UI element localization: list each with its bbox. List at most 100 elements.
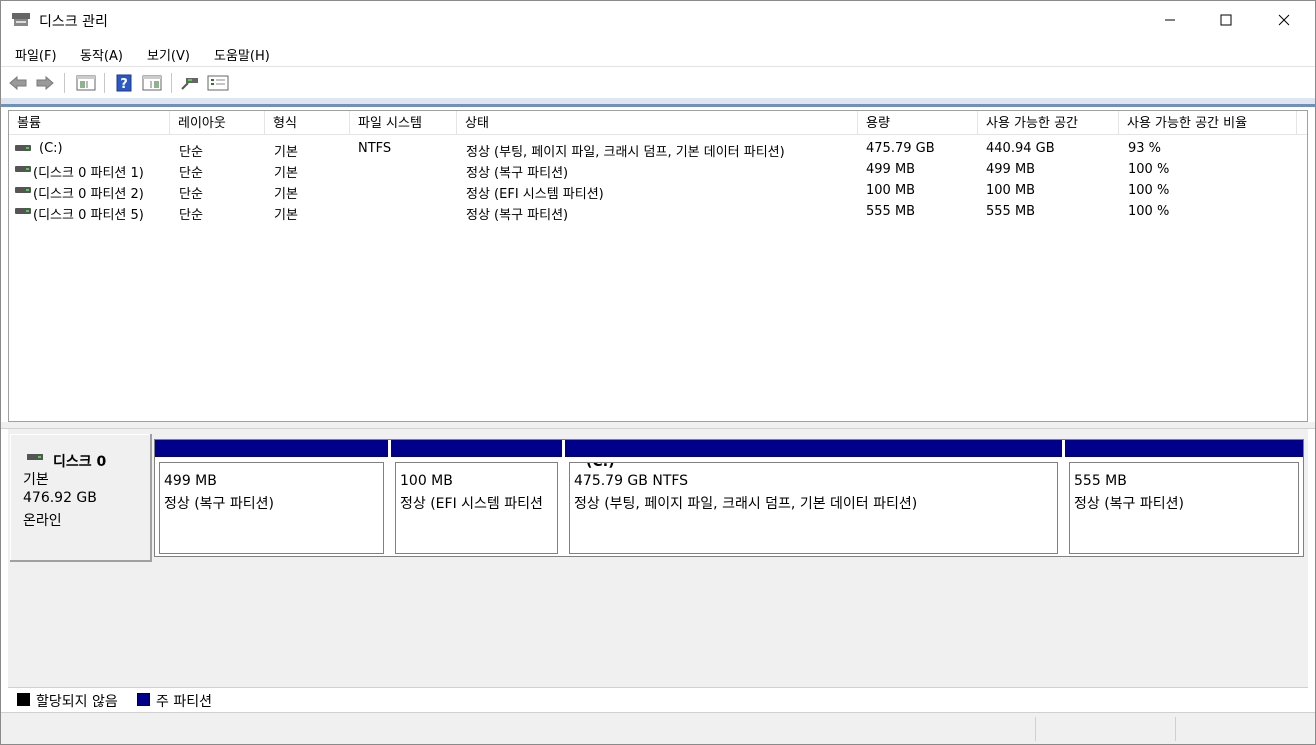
column-capacity[interactable]: 용량 <box>858 111 978 135</box>
maximize-button[interactable] <box>1203 1 1249 39</box>
volume-free: 555 MB <box>986 204 1036 219</box>
forward-button[interactable] <box>34 73 56 93</box>
legend-primary: 주 파티션 <box>156 694 212 710</box>
volume-name: (디스크 0 파티션 5) <box>33 208 144 223</box>
connect-icon <box>181 78 198 90</box>
volume-status: 정상 (복구 파티션) <box>466 166 569 181</box>
maximize-icon <box>1220 14 1232 26</box>
column-type[interactable]: 형식 <box>265 111 350 135</box>
partition-size: 100 MB <box>400 473 453 489</box>
partition-status: 정상 (복구 파티션) <box>1074 496 1184 512</box>
partition-bar: 499 MB 정상 (복구 파티션) 100 MB 정상 (EFI 시스템 파티… <box>154 439 1304 557</box>
partition-size: 475.79 GB NTFS <box>574 473 689 489</box>
column-free-space[interactable]: 사용 가능한 공간 <box>978 111 1119 135</box>
minimize-button[interactable] <box>1147 1 1193 39</box>
volume-free-pct: 93 % <box>1128 141 1162 156</box>
volume-name: (C:) <box>39 141 63 156</box>
table-row[interactable]: (디스크 0 파티션 5) 단순 기본 정상 (복구 파티션) 555 MB 5… <box>9 201 1307 223</box>
menu-action[interactable]: 동작(A) <box>80 45 123 64</box>
column-status[interactable]: 상태 <box>457 111 858 135</box>
partition-size: 555 MB <box>1074 473 1127 489</box>
volume-type: 기본 <box>274 145 298 160</box>
volume-list[interactable]: 볼륨 레이아웃 형식 파일 시스템 상태 용량 사용 가능한 공간 사용 가능한… <box>8 110 1308 422</box>
partition-label: (C:) <box>586 462 615 470</box>
properties-icon <box>207 75 229 91</box>
legend-swatch-unallocated <box>17 693 30 706</box>
drive-icon <box>15 145 31 151</box>
console-tree-button[interactable] <box>75 73 97 93</box>
table-row[interactable]: (C:) 단순 기본 NTFS 정상 (부팅, 페이지 파일, 크래시 덤프, … <box>9 138 1307 160</box>
volume-name: (디스크 0 파티션 2) <box>33 187 144 202</box>
table-row[interactable]: (디스크 0 파티션 1) 단순 기본 정상 (복구 파티션) 499 MB 4… <box>9 159 1307 181</box>
disk-name: 디스크 0 <box>53 454 107 470</box>
minimize-icon <box>1165 19 1175 21</box>
toolbar-separator <box>64 73 65 93</box>
volume-free-pct: 100 % <box>1128 204 1170 219</box>
close-button[interactable] <box>1261 1 1307 39</box>
help-button[interactable]: ? <box>113 73 135 93</box>
volume-type: 기본 <box>274 187 298 202</box>
title-bar[interactable]: 디스크 관리 <box>1 1 1315 39</box>
volume-name: (디스크 0 파티션 1) <box>33 166 144 181</box>
volume-status: 정상 (부팅, 페이지 파일, 크래시 덤프, 기본 데이터 파티션) <box>466 145 785 160</box>
properties-button[interactable] <box>207 73 229 93</box>
svg-text:?: ? <box>120 77 128 92</box>
disk-type: 기본 <box>23 472 49 488</box>
volume-free: 499 MB <box>986 162 1036 177</box>
menu-file[interactable]: 파일(F) <box>15 45 57 64</box>
volume-free: 100 MB <box>986 183 1036 198</box>
menu-bar: 파일(F) 동작(A) 보기(V) 도움말(H) <box>1 39 1315 67</box>
menu-help[interactable]: 도움말(H) <box>214 45 270 64</box>
disk-management-window: 디스크 관리 파일(F) 동작(A) 보기(V) 도움말(H) ? 볼륨 레이아… <box>0 0 1316 745</box>
volume-free: 440.94 GB <box>986 141 1055 156</box>
volume-layout: 단순 <box>179 145 203 160</box>
back-arrow-icon <box>9 75 27 91</box>
drive-icon <box>15 187 31 193</box>
toolbar-separator <box>104 73 105 93</box>
partition-block[interactable]: 100 MB 정상 (EFI 시스템 파티션 <box>391 440 562 556</box>
partition-size: 499 MB <box>164 473 217 489</box>
status-bar <box>1 712 1315 744</box>
volume-capacity: 475.79 GB <box>866 141 935 156</box>
toolbar-separator <box>171 73 172 93</box>
volume-status: 정상 (복구 파티션) <box>466 208 569 223</box>
action-pane-button[interactable] <box>141 73 163 93</box>
drive-icon <box>15 166 31 172</box>
volume-type: 기본 <box>274 166 298 181</box>
table-row[interactable]: (디스크 0 파티션 2) 단순 기본 정상 (EFI 시스템 파티션) 100… <box>9 180 1307 202</box>
column-free-percent[interactable]: 사용 가능한 공간 비율 <box>1119 111 1297 135</box>
volume-layout: 단순 <box>179 187 203 202</box>
back-button[interactable] <box>7 73 29 93</box>
disk-graphical-view: 디스크 0 기본 476.92 GB 온라인 499 MB 정상 (복구 파티션… <box>8 429 1308 687</box>
disk-size: 476.92 GB <box>23 490 97 506</box>
column-volume[interactable]: 볼륨 <box>9 111 170 135</box>
list-header: 볼륨 레이아웃 형식 파일 시스템 상태 용량 사용 가능한 공간 사용 가능한… <box>9 111 1307 135</box>
legend: 할당되지 않음 주 파티션 <box>8 687 1308 711</box>
partition-status: 정상 (복구 파티션) <box>164 496 274 512</box>
pane-divider <box>1 98 1315 107</box>
console-tree-icon <box>76 75 96 91</box>
help-icon: ? <box>116 74 132 92</box>
volume-capacity: 499 MB <box>866 162 916 177</box>
disk-state: 온라인 <box>23 513 62 529</box>
volume-fs: NTFS <box>358 141 392 156</box>
volume-capacity: 555 MB <box>866 204 916 219</box>
drive-icon <box>27 454 43 460</box>
partition-block[interactable]: 555 MB 정상 (복구 파티션) <box>1065 440 1303 556</box>
forward-arrow-icon <box>36 75 54 91</box>
legend-swatch-primary <box>137 693 150 706</box>
volume-free-pct: 100 % <box>1128 183 1170 198</box>
volume-layout: 단순 <box>179 208 203 223</box>
action-pane-icon <box>142 75 162 91</box>
partition-block[interactable]: 499 MB 정상 (복구 파티션) <box>155 440 388 556</box>
connect-button[interactable] <box>179 73 201 93</box>
disk-label-box[interactable]: 디스크 0 기본 476.92 GB 온라인 <box>10 434 152 562</box>
pane-splitter[interactable] <box>1 422 1315 429</box>
column-layout[interactable]: 레이아웃 <box>170 111 265 135</box>
partition-block[interactable]: (C:) 475.79 GB NTFS 정상 (부팅, 페이지 파일, 크래시 … <box>565 440 1062 556</box>
legend-unallocated: 할당되지 않음 <box>36 694 118 710</box>
menu-view[interactable]: 보기(V) <box>147 45 190 64</box>
volume-status: 정상 (EFI 시스템 파티션) <box>466 187 604 202</box>
partition-status: 정상 (EFI 시스템 파티션 <box>400 496 543 512</box>
column-filesystem[interactable]: 파일 시스템 <box>350 111 457 135</box>
